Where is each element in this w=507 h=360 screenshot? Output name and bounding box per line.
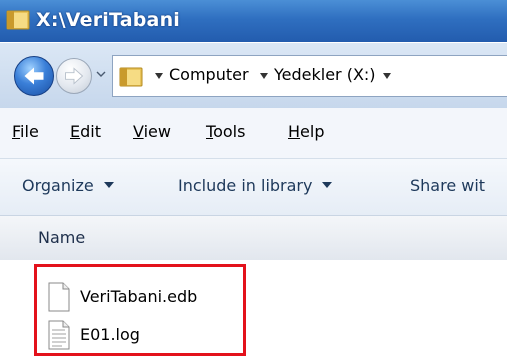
share-with-button[interactable]: Share wit [410, 176, 485, 195]
text-file-icon [48, 320, 70, 350]
document-icon [48, 282, 70, 312]
folder-icon [6, 10, 30, 30]
navigation-bar: Computer Yedekler (X:) [0, 42, 507, 109]
file-list: VeriTabani.edb E01.log [0, 260, 507, 360]
chevron-down-icon [103, 182, 114, 188]
menu-bar: File Edit View Tools Help [0, 108, 507, 159]
breadcrumb-computer[interactable]: Computer [169, 65, 249, 84]
chevron-down-icon [322, 182, 333, 188]
column-header: Name [0, 216, 507, 261]
column-header-name[interactable]: Name [38, 228, 85, 247]
menu-help[interactable]: Help [288, 122, 324, 141]
menu-tools[interactable]: Tools [206, 122, 245, 141]
forward-arrow-icon [65, 67, 84, 85]
file-item[interactable]: VeriTabani.edb [46, 282, 246, 314]
file-name: E01.log [80, 325, 140, 344]
file-name: VeriTabani.edb [80, 287, 198, 306]
menu-file[interactable]: File [12, 122, 39, 141]
file-item[interactable]: E01.log [46, 320, 246, 352]
menu-edit[interactable]: Edit [70, 122, 101, 141]
recent-pages-chevron-icon[interactable] [96, 69, 106, 79]
command-bar: Organize Include in library Share wit [0, 159, 507, 216]
breadcrumb-chevron-icon[interactable] [258, 70, 270, 82]
back-button[interactable] [14, 56, 54, 96]
organize-button[interactable]: Organize [22, 176, 114, 195]
breadcrumb-chevron-icon[interactable] [153, 70, 165, 82]
include-in-library-button[interactable]: Include in library [178, 176, 333, 195]
address-bar[interactable]: Computer Yedekler (X:) [112, 55, 507, 97]
title-bar[interactable]: X:\VeriTabani [0, 0, 507, 42]
breadcrumb-drive[interactable]: Yedekler (X:) [274, 65, 376, 84]
forward-button[interactable] [56, 58, 92, 94]
folder-icon [119, 67, 143, 87]
breadcrumb-chevron-icon[interactable] [381, 70, 393, 82]
back-arrow-icon [24, 67, 44, 85]
window-title: X:\VeriTabani [36, 9, 181, 31]
menu-view[interactable]: View [133, 122, 171, 141]
